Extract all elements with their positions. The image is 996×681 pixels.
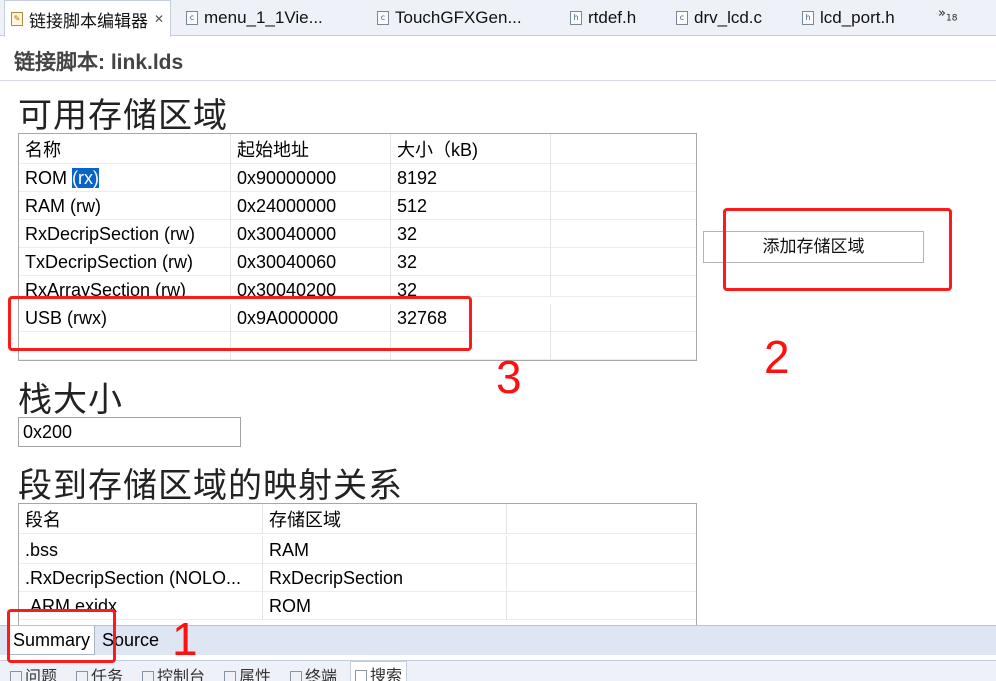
section-region: RAM [263, 536, 507, 564]
tab-overflow-button[interactable]: »18 [938, 6, 957, 24]
table-row[interactable]: RxDecripSection (rw) 0x30040000 32 [19, 220, 696, 248]
bottom-views-bar: 问题 任务 控制台 属性 终端 搜索 [0, 660, 996, 681]
editor-title: 链接脚本: link.lds [14, 51, 184, 74]
memory-address: 0x30040060 [231, 248, 391, 276]
memory-name: TxDecripSection (rw) [19, 248, 231, 276]
tab-label: 链接脚本编辑器 [29, 11, 148, 31]
column-header-filler [507, 504, 696, 534]
view-tab-label: 问题 [25, 669, 58, 681]
pencil-file-icon: ✎ [11, 12, 23, 26]
column-header-region[interactable]: 存储区域 [263, 504, 507, 534]
view-tab-label: 终端 [305, 669, 338, 681]
tab-label: menu_1_1Vie... [204, 8, 323, 27]
table-row[interactable]: .bss RAM [19, 536, 696, 564]
memory-size: 32 [391, 248, 551, 276]
stack-size-input[interactable]: 0x200 [18, 417, 241, 447]
memory-address: 0x30040200 [231, 276, 391, 297]
memory-address: 0x90000000 [231, 164, 391, 192]
tab-linker-script-editor[interactable]: ✎ 链接脚本编辑器 ✕ [4, 0, 172, 37]
annotation-box-usb-row [8, 296, 472, 351]
section-name: .bss [19, 536, 263, 564]
table-row[interactable]: RxArraySection (rw) 0x30040200 32 [19, 276, 696, 297]
section-region: ROM [263, 592, 507, 620]
tab-rtdef[interactable]: h rtdef.h [570, 0, 636, 36]
tab-touchgfx-gen[interactable]: c TouchGFXGen... [377, 0, 522, 36]
tab-label: drv_lcd.c [694, 8, 763, 27]
view-tab-label: 控制台 [157, 669, 206, 681]
column-header-filler [551, 134, 696, 164]
stack-section-title: 栈大小 [18, 380, 123, 420]
annotation-box-summary [7, 609, 116, 663]
view-tab-search[interactable]: 搜索 [350, 661, 408, 681]
memory-size: 512 [391, 192, 551, 220]
filler-cell [551, 164, 696, 192]
header-divider [0, 80, 996, 81]
tab-label: TouchGFXGen... [395, 8, 522, 27]
filler-cell [551, 220, 696, 248]
view-tab-tasks[interactable]: 任务 [76, 663, 123, 681]
view-tab-properties[interactable]: 属性 [224, 663, 271, 681]
tab-lcd-port[interactable]: h lcd_port.h [802, 0, 895, 36]
annotation-box-add-button [723, 208, 952, 291]
view-tab-label: 任务 [91, 669, 124, 681]
filler-cell [551, 248, 696, 276]
memory-size: 8192 [391, 164, 551, 192]
memory-name-cell: ROM (rx) [19, 164, 231, 192]
view-tab-label: 属性 [239, 669, 272, 681]
memory-size: 32 [391, 276, 551, 297]
filler-cell [551, 192, 696, 220]
table-header-row: 段名 存储区域 [19, 504, 696, 534]
view-tab-problems[interactable]: 问题 [10, 663, 57, 681]
overflow-chevron-icon: » [938, 6, 946, 21]
memory-name: RxDecripSection (rw) [19, 220, 231, 248]
mapping-table: 段名 存储区域 .bss RAM .RxDecripSection (NOLO.… [18, 503, 697, 627]
table-row[interactable]: TxDecripSection (rw) 0x30040060 32 [19, 248, 696, 276]
view-tab-terminal[interactable]: 终端 [290, 663, 337, 681]
view-tab-label: 搜索 [370, 668, 403, 681]
tab-label: rtdef.h [588, 8, 637, 27]
annotation-number-2: 2 [764, 331, 790, 383]
empty-cell [551, 332, 696, 360]
h-file-icon: h [570, 11, 582, 25]
memory-name: RxArraySection (rw) [19, 276, 231, 297]
memory-name: RAM (rw) [19, 192, 231, 220]
memory-section-title: 可用存储区域 [18, 96, 228, 136]
memory-perm-selected: (rx) [72, 168, 99, 188]
column-header-size[interactable]: 大小（kB) [391, 134, 551, 164]
tab-menu-view[interactable]: c menu_1_1Vie... [186, 0, 323, 36]
column-header-section[interactable]: 段名 [19, 504, 263, 534]
h-file-icon: h [802, 11, 814, 25]
column-header-name[interactable]: 名称 [19, 134, 231, 164]
filler-cell [507, 536, 696, 564]
column-header-address[interactable]: 起始地址 [231, 134, 391, 164]
table-header-row: 名称 起始地址 大小（kB) [19, 134, 696, 164]
filler-cell [551, 304, 696, 332]
tab-drv-lcd[interactable]: c drv_lcd.c [676, 0, 762, 36]
table-row[interactable]: ROM (rx) 0x90000000 8192 [19, 164, 696, 192]
c-file-icon: c [377, 11, 389, 25]
mapping-section-title: 段到存储区域的映射关系 [18, 466, 403, 506]
table-row[interactable]: RAM (rw) 0x24000000 512 [19, 192, 696, 220]
filler-cell [507, 592, 696, 620]
filler-cell [507, 564, 696, 592]
editor-tab-strip: ✎ 链接脚本编辑器 ✕ c menu_1_1Vie... c TouchGFXG… [0, 0, 996, 37]
annotation-number-1: 1 [172, 613, 198, 665]
memory-size: 32 [391, 220, 551, 248]
memory-name: ROM [25, 168, 67, 188]
tab-label: lcd_port.h [820, 8, 895, 27]
memory-address: 0x24000000 [231, 192, 391, 220]
filler-cell [551, 276, 696, 297]
search-icon [355, 670, 367, 681]
table-row[interactable]: .RxDecripSection (NOLO... RxDecripSectio… [19, 564, 696, 592]
c-file-icon: c [186, 11, 198, 25]
section-name: .RxDecripSection (NOLO... [19, 564, 263, 592]
close-icon[interactable]: ✕ [154, 12, 164, 26]
editor-page-tabs: Summary Source [0, 625, 996, 655]
memory-address: 0x30040000 [231, 220, 391, 248]
annotation-number-3: 3 [496, 351, 522, 403]
c-file-icon: c [676, 11, 688, 25]
overflow-count: 18 [945, 13, 958, 24]
table-row[interactable]: .ARM.exidx ROM [19, 592, 696, 620]
section-region: RxDecripSection [263, 564, 507, 592]
